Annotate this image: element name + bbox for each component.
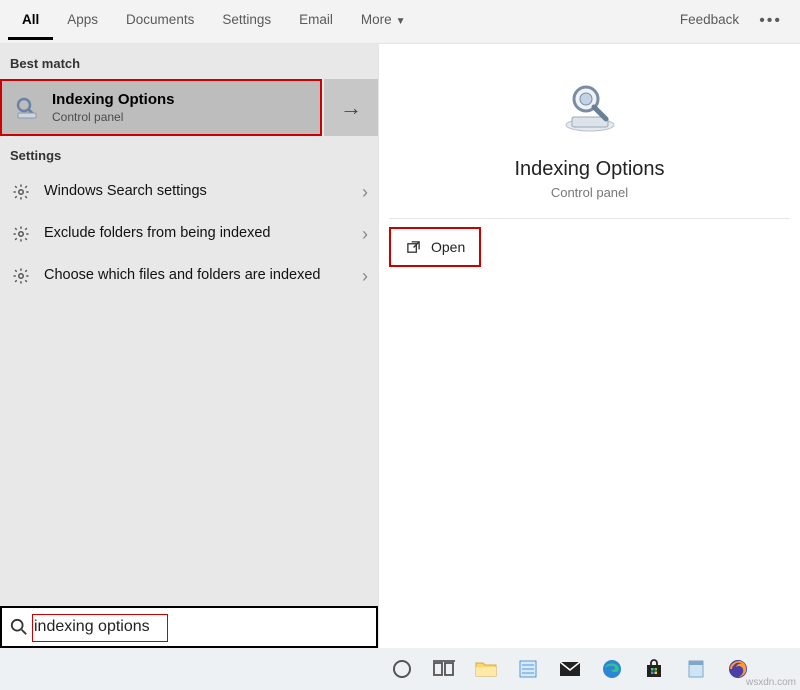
- document-icon[interactable]: [682, 655, 710, 683]
- edge-icon[interactable]: [598, 655, 626, 683]
- gear-icon: [10, 181, 32, 203]
- task-view-icon[interactable]: [430, 655, 458, 683]
- open-label: Open: [431, 239, 465, 255]
- setting-label: Windows Search settings: [44, 182, 362, 202]
- chevron-down-icon: ▼: [396, 16, 406, 27]
- search-input[interactable]: [30, 614, 370, 640]
- chevron-right-icon: ›: [362, 182, 368, 203]
- preview-panel: Indexing Options Control panel Open: [378, 44, 800, 648]
- search-icon: [8, 616, 30, 638]
- tab-settings[interactable]: Settings: [208, 0, 285, 40]
- best-match-result[interactable]: Indexing Options Control panel: [0, 79, 322, 136]
- indexing-options-icon: [12, 93, 42, 123]
- mail-icon[interactable]: [556, 655, 584, 683]
- best-match-label: Best match: [0, 44, 378, 79]
- tab-apps[interactable]: Apps: [53, 0, 112, 40]
- cortana-icon[interactable]: [388, 655, 416, 683]
- expand-result-button[interactable]: →: [324, 79, 378, 136]
- search-bar[interactable]: [0, 606, 378, 648]
- more-options-button[interactable]: •••: [749, 0, 792, 42]
- store-icon[interactable]: [640, 655, 668, 683]
- tab-more[interactable]: More▼: [347, 0, 420, 40]
- open-icon: [405, 239, 421, 255]
- tab-all[interactable]: All: [8, 0, 53, 40]
- indexing-options-large-icon: [555, 74, 625, 144]
- preview-subtitle: Control panel: [389, 185, 790, 200]
- gear-icon: [10, 265, 32, 287]
- watermark: wsxdn.com: [746, 677, 796, 688]
- gear-icon: [10, 223, 32, 245]
- tab-email[interactable]: Email: [285, 0, 347, 40]
- setting-item-choose-files[interactable]: Choose which files and folders are index…: [0, 255, 378, 297]
- feedback-link[interactable]: Feedback: [670, 0, 749, 39]
- arrow-right-icon: →: [340, 95, 362, 121]
- result-title: Indexing Options: [52, 91, 175, 108]
- setting-label: Exclude folders from being indexed: [44, 224, 362, 244]
- search-category-tabs: All Apps Documents Settings Email More▼ …: [0, 0, 800, 44]
- tab-documents[interactable]: Documents: [112, 0, 208, 40]
- chevron-right-icon: ›: [362, 224, 368, 245]
- chevron-right-icon: ›: [362, 266, 368, 287]
- setting-item-exclude-folders[interactable]: Exclude folders from being indexed ›: [0, 213, 378, 255]
- preview-title: Indexing Options: [389, 158, 790, 181]
- notepad-icon[interactable]: [514, 655, 542, 683]
- open-button[interactable]: Open: [389, 227, 481, 267]
- results-panel: Best match Indexing Options Control pane…: [0, 44, 378, 648]
- result-subtitle: Control panel: [52, 110, 175, 124]
- file-explorer-icon[interactable]: [472, 655, 500, 683]
- setting-item-windows-search[interactable]: Windows Search settings ›: [0, 171, 378, 213]
- taskbar: [0, 648, 800, 690]
- settings-section-label: Settings: [0, 136, 378, 171]
- setting-label: Choose which files and folders are index…: [44, 266, 362, 286]
